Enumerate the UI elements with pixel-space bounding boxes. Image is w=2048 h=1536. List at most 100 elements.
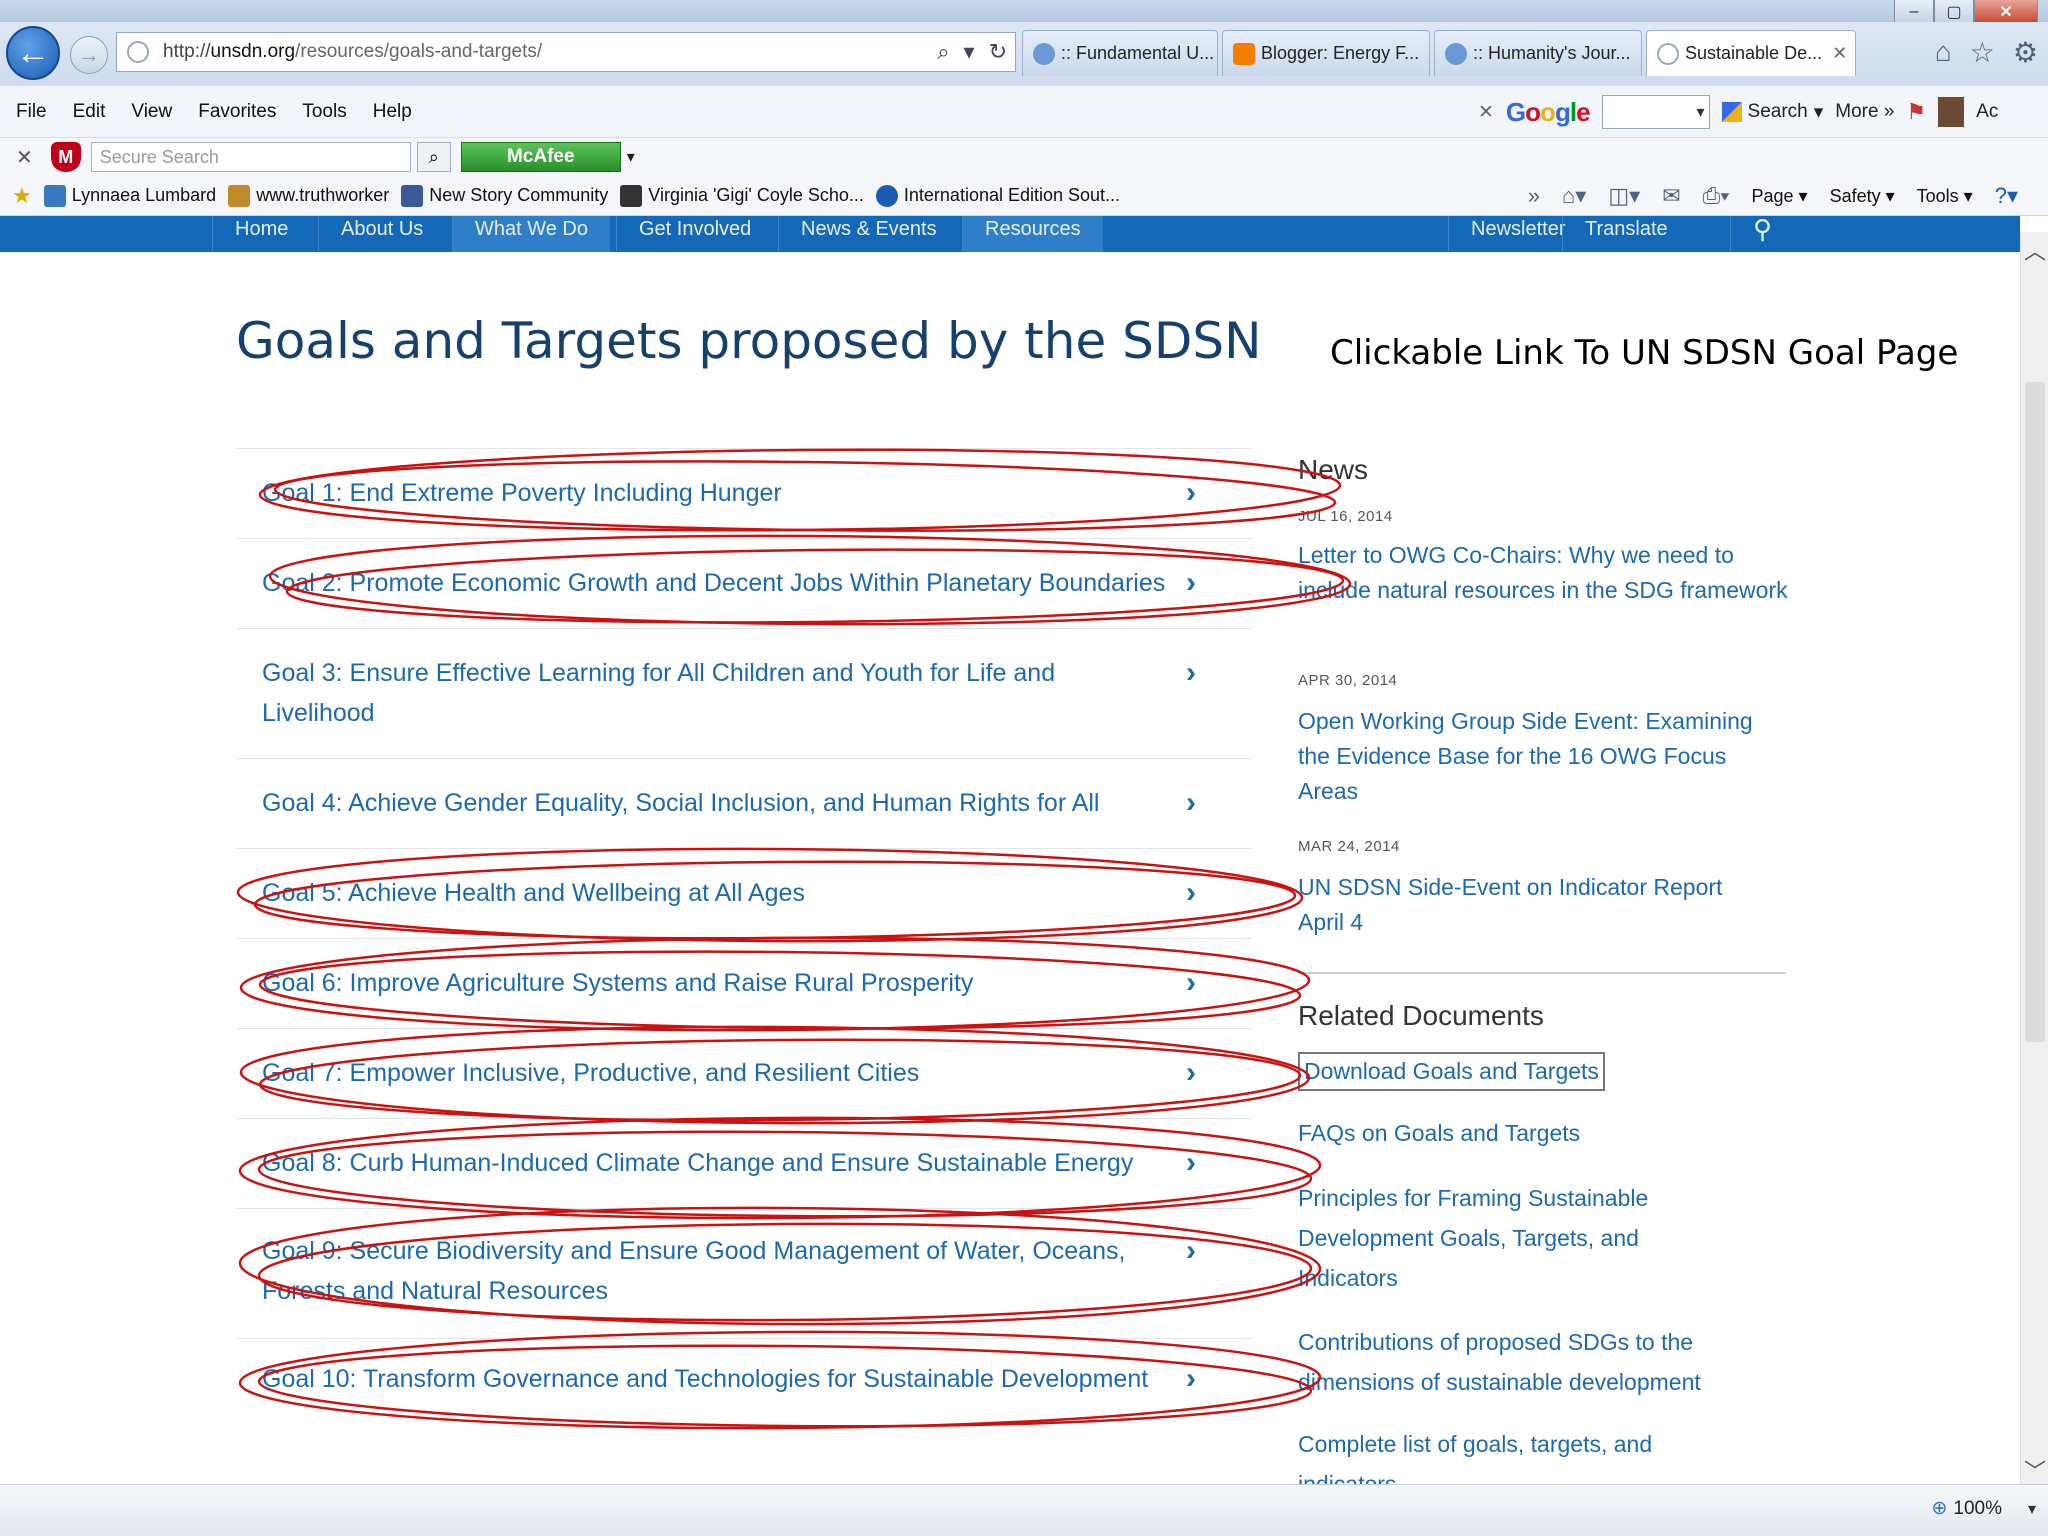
flag-icon[interactable]: ⚑: [1906, 99, 1926, 125]
search-icon[interactable]: ⚲: [1730, 216, 1794, 252]
tab-sustainable[interactable]: Sustainable De... ✕: [1646, 30, 1856, 76]
home-icon[interactable]: ⌂▾: [1562, 183, 1586, 209]
chevron-right-icon[interactable]: ›: [1186, 1053, 1196, 1093]
favorite-lynnaea-lumbard[interactable]: Lynnaea Lumbard: [43, 184, 216, 207]
close-toolbar-icon[interactable]: ✕: [1478, 101, 1494, 124]
favorites-star-icon[interactable]: ★: [12, 183, 32, 209]
goal-item-8[interactable]: Goal 8: Curb Human-Induced Climate Chang…: [236, 1118, 1252, 1208]
chevron-down-icon[interactable]: ▾: [2028, 1499, 2036, 1519]
close-toolbar-icon[interactable]: ✕: [16, 145, 33, 170]
goal-link[interactable]: Goal 8: Curb Human-Induced Climate Chang…: [262, 1143, 1142, 1183]
goal-item-4[interactable]: Goal 4: Achieve Gender Equality, Social …: [236, 758, 1252, 848]
goal-item-5[interactable]: Goal 5: Achieve Health and Wellbeing at …: [236, 848, 1252, 938]
address-bar[interactable]: http://unsdn.org/resources/goals-and-tar…: [116, 32, 1016, 72]
secure-search-button[interactable]: ⌕: [416, 142, 451, 172]
chevron-right-icon[interactable]: ›: [1186, 1359, 1196, 1399]
close-window-button[interactable]: ✕: [1974, 0, 2038, 24]
goal-item-6[interactable]: Goal 6: Improve Agriculture Systems and …: [236, 938, 1252, 1028]
goal-link[interactable]: Goal 1: End Extreme Poverty Including Hu…: [262, 473, 1142, 513]
site-nav-resources[interactable]: Resources: [962, 216, 1103, 252]
minimize-button[interactable]: –: [1894, 0, 1934, 24]
zoom-control[interactable]: ⊕ 100%: [1931, 1497, 2002, 1520]
related-link[interactable]: Contributions of proposed SDGs to the di…: [1298, 1322, 1768, 1402]
favorite-international-edition[interactable]: International Edition Sout...: [875, 184, 1120, 207]
overflow-chevron-icon[interactable]: »: [1528, 183, 1540, 209]
chevron-right-icon[interactable]: ›: [1186, 783, 1196, 823]
safety-menu[interactable]: Safety ▾: [1830, 186, 1895, 207]
download-goals-link[interactable]: Download Goals and Targets: [1298, 1052, 1605, 1091]
google-search-input[interactable]: [1601, 95, 1710, 129]
google-search-button[interactable]: Search ▾: [1721, 101, 1823, 124]
chevron-right-icon[interactable]: ›: [1186, 653, 1196, 693]
site-nav-get-involved[interactable]: Get Involved: [616, 216, 773, 252]
vertical-scrollbar[interactable]: ︿ ﹀: [2020, 232, 2048, 1484]
refresh-icon[interactable]: ↻: [989, 39, 1007, 65]
goal-link[interactable]: Goal 5: Achieve Health and Wellbeing at …: [262, 873, 1142, 913]
scroll-down-icon[interactable]: ﹀: [2021, 1454, 2048, 1484]
scroll-thumb[interactable]: [2025, 382, 2045, 1042]
goal-link[interactable]: Goal 10: Transform Governance and Techno…: [262, 1359, 1192, 1399]
chevron-right-icon[interactable]: ›: [1186, 1231, 1196, 1271]
goal-item-1[interactable]: Goal 1: End Extreme Poverty Including Hu…: [236, 448, 1252, 538]
secure-search-input[interactable]: Secure Search: [90, 142, 411, 172]
scroll-up-icon[interactable]: ︿: [2021, 234, 2048, 264]
goal-link[interactable]: Goal 9: Secure Biodiversity and Ensure G…: [262, 1231, 1152, 1311]
menu-edit[interactable]: Edit: [73, 101, 106, 123]
favorite-new-story[interactable]: New Story Community: [401, 184, 608, 207]
goal-item-3[interactable]: Goal 3: Ensure Effective Learning for Al…: [236, 628, 1252, 758]
search-icon[interactable]: ⌕: [937, 39, 949, 65]
chevron-right-icon[interactable]: ›: [1186, 1143, 1196, 1183]
tools-menu[interactable]: Tools ▾: [1917, 186, 1973, 207]
maximize-button[interactable]: ▢: [1934, 0, 1974, 24]
tab-fundamental[interactable]: :: Fundamental U...: [1022, 30, 1218, 76]
dropdown-icon[interactable]: ▾: [964, 39, 975, 65]
goal-item-7[interactable]: Goal 7: Empower Inclusive, Productive, a…: [236, 1028, 1252, 1118]
more-button[interactable]: More »: [1835, 101, 1894, 123]
back-button[interactable]: ←: [6, 26, 60, 80]
news-link[interactable]: Open Working Group Side Event: Examining…: [1298, 704, 1758, 809]
close-tab-icon[interactable]: ✕: [1832, 43, 1847, 64]
forward-button[interactable]: →: [70, 36, 108, 74]
goal-link[interactable]: Goal 3: Ensure Effective Learning for Al…: [262, 653, 1132, 733]
chevron-right-icon[interactable]: ›: [1186, 473, 1196, 513]
tab-blogger[interactable]: Blogger: Energy F...: [1222, 30, 1430, 76]
chevron-down-icon[interactable]: ▾: [627, 147, 635, 167]
related-link[interactable]: Complete list of goals, targets, and ind…: [1298, 1424, 1698, 1486]
site-nav-home[interactable]: Home: [212, 216, 310, 252]
goal-link[interactable]: Goal 7: Empower Inclusive, Productive, a…: [262, 1053, 1142, 1093]
goal-link[interactable]: Goal 4: Achieve Gender Equality, Social …: [262, 783, 1162, 823]
menu-view[interactable]: View: [131, 101, 172, 123]
menu-tools[interactable]: Tools: [302, 101, 346, 123]
chevron-right-icon[interactable]: ›: [1186, 963, 1196, 1003]
avatar[interactable]: [1938, 97, 1965, 127]
menu-help[interactable]: Help: [373, 101, 412, 123]
goal-link[interactable]: Goal 6: Improve Agriculture Systems and …: [262, 963, 1142, 1003]
site-nav-news[interactable]: News & Events: [778, 216, 959, 252]
news-link[interactable]: Letter to OWG Co-Chairs: Why we need to …: [1298, 538, 1788, 608]
related-link[interactable]: FAQs on Goals and Targets: [1298, 1116, 1788, 1151]
print-icon[interactable]: ⎙▾: [1703, 183, 1730, 209]
page-menu[interactable]: Page ▾: [1751, 186, 1807, 207]
home-icon[interactable]: ⌂: [1935, 36, 1952, 69]
goal-item-2[interactable]: Goal 2: Promote Economic Growth and Dece…: [236, 538, 1252, 628]
rss-feed-icon[interactable]: ◫▾: [1608, 183, 1640, 209]
site-nav-translate[interactable]: Translate: [1562, 216, 1690, 252]
favorite-truthworker[interactable]: www.truthworker: [228, 184, 389, 207]
mail-icon[interactable]: ✉: [1662, 183, 1680, 209]
tab-humanity[interactable]: :: Humanity's Jour...: [1434, 30, 1642, 76]
favorites-star-icon[interactable]: ☆: [1970, 36, 1995, 69]
favorite-virginia-coyle[interactable]: Virginia 'Gigi' Coyle Scho...: [620, 184, 864, 207]
goal-link[interactable]: Goal 2: Promote Economic Growth and Dece…: [262, 563, 1182, 603]
related-link[interactable]: Principles for Framing Sustainable Devel…: [1298, 1178, 1698, 1298]
gear-icon[interactable]: ⚙: [2013, 36, 2038, 69]
chevron-right-icon[interactable]: ›: [1186, 563, 1196, 603]
chevron-right-icon[interactable]: ›: [1186, 873, 1196, 913]
goal-item-9[interactable]: Goal 9: Secure Biodiversity and Ensure G…: [236, 1208, 1252, 1338]
site-nav-about[interactable]: About Us: [318, 216, 445, 252]
news-link[interactable]: UN SDSN Side-Event on Indicator Report A…: [1298, 870, 1768, 940]
mcafee-button[interactable]: McAfee: [460, 142, 621, 172]
goal-item-10[interactable]: Goal 10: Transform Governance and Techno…: [236, 1338, 1252, 1438]
help-icon[interactable]: ?▾: [1995, 183, 2018, 209]
menu-favorites[interactable]: Favorites: [198, 101, 276, 123]
menu-file[interactable]: File: [16, 101, 47, 123]
